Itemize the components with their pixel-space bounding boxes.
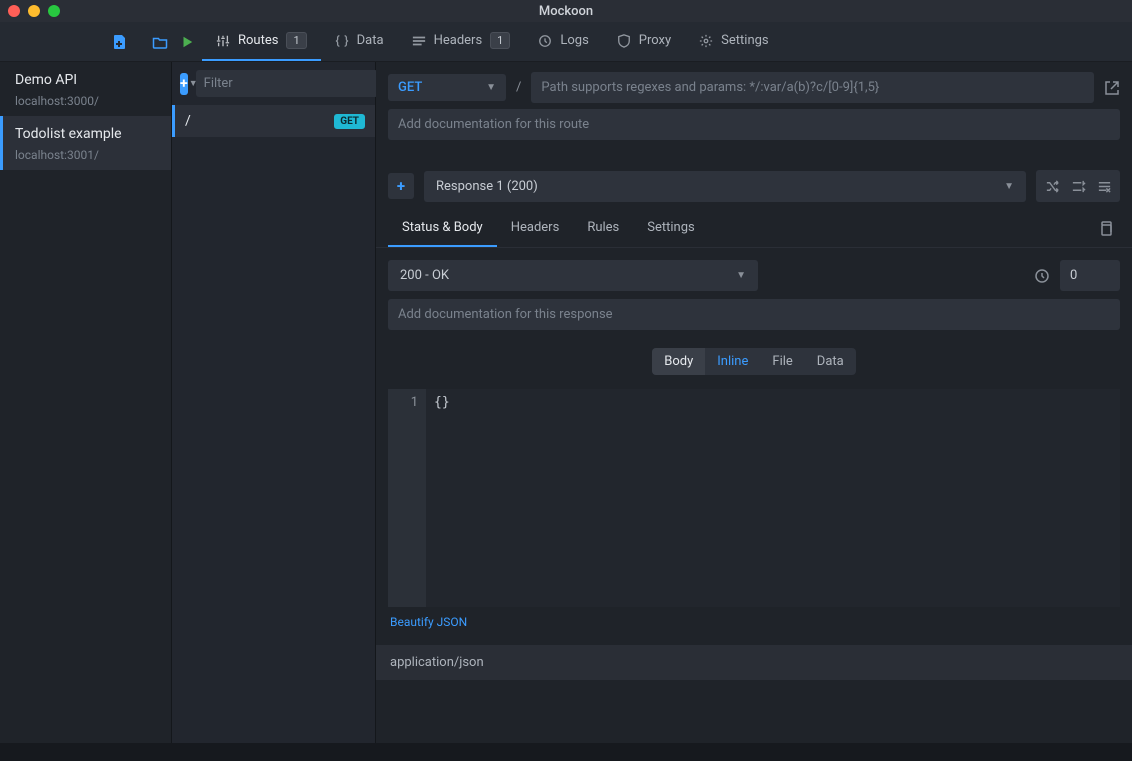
close-window-button[interactable] <box>8 5 20 17</box>
response-select[interactable]: Response 1 (200) ▼ <box>424 171 1026 202</box>
chevron-down-icon: ▼ <box>736 270 746 281</box>
body-tab-inline[interactable]: Inline <box>705 348 760 375</box>
path-separator: / <box>516 80 521 95</box>
tab-label: Data <box>357 33 384 48</box>
status-bar <box>0 743 1132 761</box>
tab-settings[interactable]: Settings <box>685 22 782 61</box>
shield-icon <box>617 34 631 48</box>
chevron-down-icon: ▼ <box>1004 181 1014 192</box>
content-type-bar: application/json <box>376 645 1132 680</box>
path-input[interactable] <box>531 72 1094 103</box>
copy-icon[interactable] <box>1092 215 1120 243</box>
add-response-button[interactable]: + <box>388 173 414 199</box>
environment-url: localhost:3001/ <box>15 148 159 162</box>
environments-sidebar: Demo API localhost:3000/ Todolist exampl… <box>0 62 172 743</box>
routes-sidebar: +▼ / GET <box>172 62 376 743</box>
tab-data[interactable]: Data <box>321 22 398 61</box>
rules-disabled-button[interactable] <box>1092 174 1116 198</box>
sliders-icon <box>216 34 230 48</box>
start-server-button[interactable] <box>172 35 202 49</box>
tab-label: Routes <box>238 33 278 48</box>
response-label: Response 1 (200) <box>436 179 538 194</box>
environment-item[interactable]: Todolist example localhost:3001/ <box>0 116 171 170</box>
subtab-headers[interactable]: Headers <box>497 210 574 247</box>
response-documentation-input[interactable] <box>388 299 1120 330</box>
route-item[interactable]: / GET <box>172 105 375 137</box>
maximize-window-button[interactable] <box>48 5 60 17</box>
app-title: Mockoon <box>539 4 593 19</box>
subtab-status-body[interactable]: Status & Body <box>388 210 497 247</box>
titlebar: Mockoon <box>0 0 1132 22</box>
body-tab-file[interactable]: File <box>760 348 804 375</box>
main-area: Demo API localhost:3000/ Todolist exampl… <box>0 62 1132 743</box>
list-icon <box>412 34 426 48</box>
editor-content[interactable]: {} <box>426 389 1120 607</box>
main-tabs: Routes 1 Data Headers 1 Logs Proxy Setti… <box>202 22 783 61</box>
tab-label: Proxy <box>639 33 671 48</box>
status-value: 200 - OK <box>400 268 449 283</box>
braces-icon <box>335 34 349 48</box>
history-icon <box>538 34 552 48</box>
tab-label: Logs <box>560 33 588 48</box>
routes-count-badge: 1 <box>286 32 306 49</box>
body-editor[interactable]: 1 {} <box>388 389 1120 607</box>
method-select[interactable]: GET ▼ <box>388 74 506 101</box>
route-detail: GET ▼ / + Response 1 (200) ▼ Status & B <box>376 62 1132 743</box>
open-external-icon[interactable] <box>1104 80 1120 96</box>
random-response-button[interactable] <box>1040 174 1064 198</box>
tab-logs[interactable]: Logs <box>524 22 602 61</box>
environment-url: localhost:3000/ <box>15 94 159 108</box>
tab-proxy[interactable]: Proxy <box>603 22 685 61</box>
tab-routes[interactable]: Routes 1 <box>202 22 321 61</box>
add-route-button[interactable]: +▼ <box>180 73 188 95</box>
editor-gutter: 1 <box>388 389 426 607</box>
route-documentation-input[interactable] <box>388 109 1120 140</box>
subtab-rules[interactable]: Rules <box>573 210 633 247</box>
method-value: GET <box>398 80 422 95</box>
headers-count-badge: 1 <box>490 32 510 49</box>
new-env-icon[interactable] <box>112 34 128 50</box>
clock-icon <box>1034 268 1050 284</box>
method-badge: GET <box>334 114 365 129</box>
tab-label: Headers <box>434 33 483 48</box>
tab-headers[interactable]: Headers 1 <box>398 22 525 61</box>
beautify-json-link[interactable]: Beautify JSON <box>376 607 1132 637</box>
status-code-select[interactable]: 200 - OK ▼ <box>388 260 758 291</box>
response-actions <box>1036 170 1120 202</box>
tab-label: Settings <box>721 33 768 48</box>
gear-icon <box>699 34 713 48</box>
window-controls <box>8 5 60 17</box>
minimize-window-button[interactable] <box>28 5 40 17</box>
subtab-settings[interactable]: Settings <box>633 210 708 247</box>
route-path: / <box>185 113 191 129</box>
toolbar: Routes 1 Data Headers 1 Logs Proxy Setti… <box>0 22 1132 62</box>
environment-name: Todolist example <box>15 126 159 142</box>
body-tab-data[interactable]: Data <box>805 348 856 375</box>
body-type-tabs: Body Inline File Data <box>376 330 1132 383</box>
body-label: Body <box>652 348 705 375</box>
open-env-icon[interactable] <box>152 34 168 50</box>
environment-name: Demo API <box>15 72 159 88</box>
latency-input[interactable] <box>1060 260 1120 291</box>
response-tabs: Status & Body Headers Rules Settings <box>376 210 1132 248</box>
sequential-response-button[interactable] <box>1066 174 1090 198</box>
chevron-down-icon: ▼ <box>486 82 496 93</box>
routes-filter-input[interactable] <box>196 70 378 97</box>
environment-item[interactable]: Demo API localhost:3000/ <box>0 62 171 116</box>
